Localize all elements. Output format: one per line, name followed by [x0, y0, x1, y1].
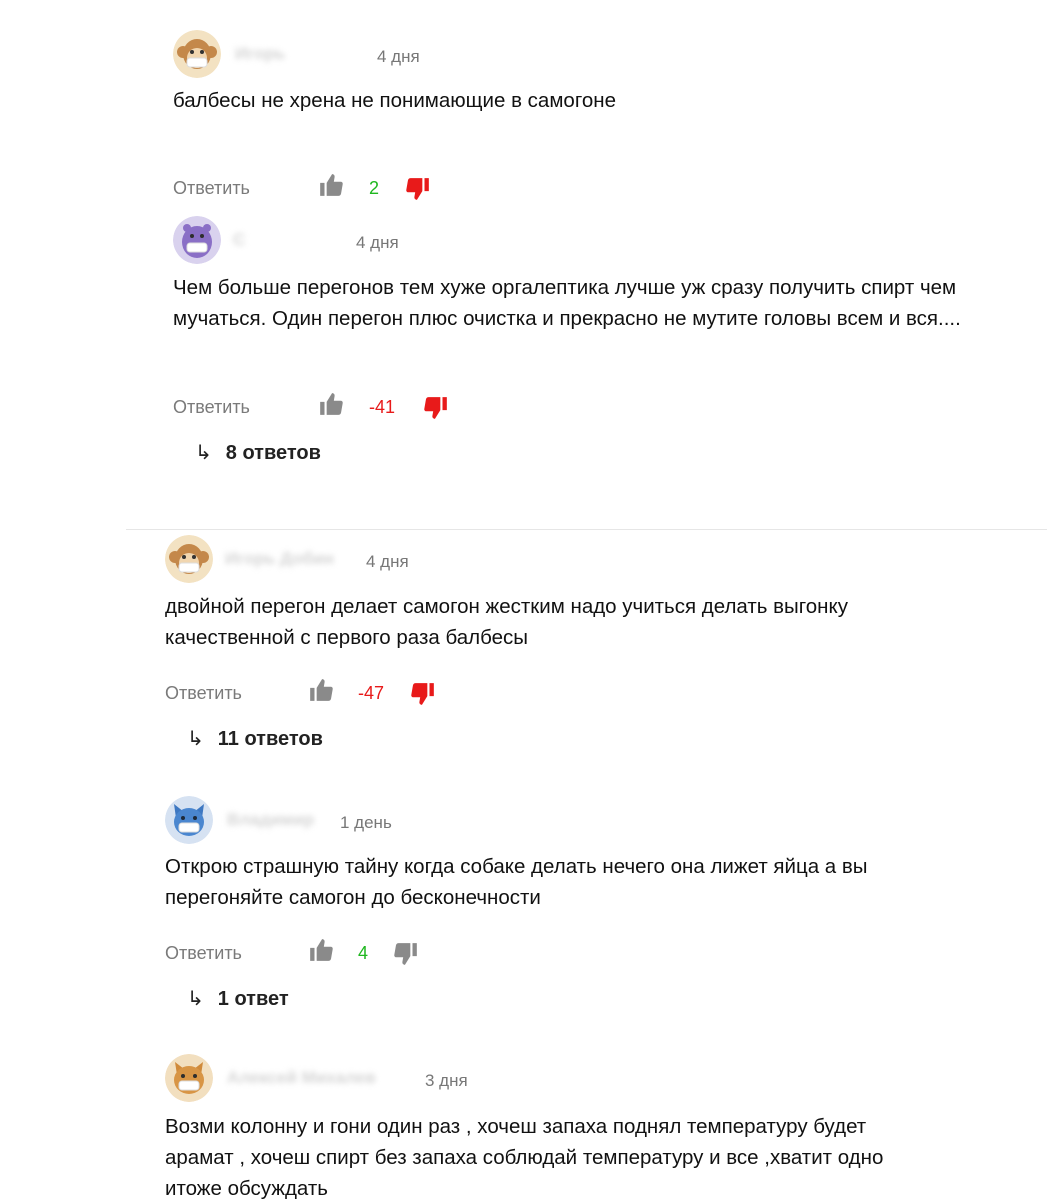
reply-arrow-icon: ↳ [187, 988, 204, 1010]
reply-button[interactable]: Ответить [165, 683, 242, 704]
comment-text: Возми колонну и гони один раз , хочеш за… [165, 1115, 884, 1200]
like-count: 2 [369, 178, 380, 198]
divider [126, 529, 1047, 530]
reply-button[interactable]: Ответить [173, 178, 250, 199]
thumbs-up-icon[interactable] [318, 172, 344, 198]
thumbs-down-icon[interactable] [410, 681, 436, 707]
comment-header: Алексей Михалев 3 дня [165, 1054, 865, 1104]
comment-text: Открою страшную тайну когда собаке делат… [165, 855, 868, 909]
replies-count: 8 ответов [225, 442, 321, 464]
comment-actions: Ответить -41 [173, 391, 573, 423]
thumbs-down-icon[interactable] [423, 395, 449, 421]
comment-text: балбесы не хрена не понимающие в самогон… [173, 89, 616, 112]
comment-header: Владимир 1 день [165, 796, 865, 846]
replies-toggle[interactable]: ↳ 11 ответов [187, 726, 323, 751]
replies-toggle[interactable]: ↳ 8 ответов [195, 440, 321, 465]
author-name[interactable]: Владимир [227, 810, 314, 830]
comment-time: 4 дня [377, 47, 420, 66]
comment-actions: Ответить -47 [165, 677, 565, 709]
thumbs-up-icon[interactable] [308, 677, 334, 703]
replies-toggle[interactable]: ↳ 1 ответ [187, 986, 289, 1011]
comment-time: 3 дня [425, 1071, 468, 1090]
author-name[interactable]: Игорь [235, 44, 285, 64]
replies-count: 1 ответ [217, 988, 289, 1010]
thumbs-down-icon[interactable] [393, 941, 419, 967]
comment-text: двойной перегон делает самогон жестким н… [165, 595, 848, 649]
comment-actions: Ответить 2 [173, 172, 573, 204]
hippo-avatar-icon[interactable] [173, 216, 221, 264]
comment-time: 1 день [340, 813, 392, 832]
comment-time: 4 дня [366, 552, 409, 571]
comment-text: Чем больше перегонов тем хуже оргалептик… [173, 276, 961, 330]
author-name[interactable]: Алексей Михалев [227, 1068, 376, 1088]
monkey-avatar-icon[interactable] [165, 535, 213, 583]
reply-arrow-icon: ↳ [195, 442, 212, 464]
comment-header: С 4 дня [173, 216, 873, 266]
comment-actions: Ответить 4 [165, 937, 565, 969]
like-count: -41 [369, 397, 396, 417]
monkey-avatar-icon[interactable] [173, 30, 221, 78]
fox-avatar-icon[interactable] [165, 796, 213, 844]
replies-count: 11 ответов [217, 728, 323, 750]
like-count: -47 [358, 683, 385, 703]
author-name[interactable]: Игорь Добин [225, 549, 334, 569]
reply-button[interactable]: Ответить [165, 943, 242, 964]
thumbs-down-icon[interactable] [405, 176, 431, 202]
cat-avatar-icon[interactable] [165, 1054, 213, 1102]
reply-button[interactable]: Ответить [173, 397, 250, 418]
author-name[interactable]: С [233, 230, 245, 250]
reply-arrow-icon: ↳ [187, 728, 204, 750]
like-count: 4 [358, 943, 369, 963]
thumbs-up-icon[interactable] [318, 391, 344, 417]
comment-header: Игорь 4 дня [173, 30, 873, 80]
thumbs-up-icon[interactable] [308, 937, 334, 963]
comment-header: Игорь Добин 4 дня [165, 535, 865, 585]
comment-time: 4 дня [356, 233, 399, 252]
